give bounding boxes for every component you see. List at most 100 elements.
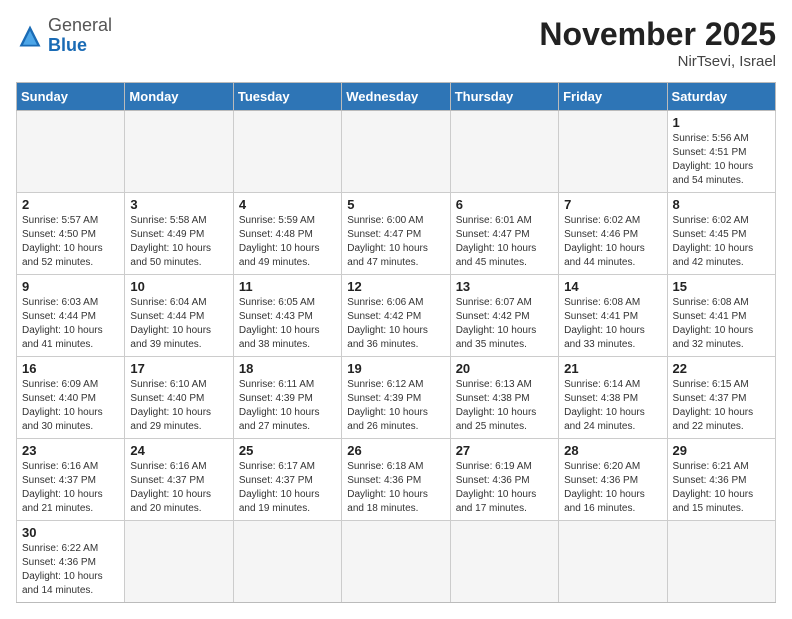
calendar-col-header: Tuesday — [233, 83, 341, 111]
day-number: 9 — [22, 279, 119, 294]
day-info: Sunrise: 6:08 AM Sunset: 4:41 PM Dayligh… — [564, 296, 661, 352]
day-info: Sunrise: 6:17 AM Sunset: 4:37 PM Dayligh… — [239, 460, 336, 516]
day-number: 23 — [22, 443, 119, 458]
day-info: Sunrise: 6:10 AM Sunset: 4:40 PM Dayligh… — [130, 378, 227, 434]
location-subtitle: NirTsevi, Israel — [539, 53, 776, 70]
day-number: 20 — [456, 361, 553, 376]
calendar-day-cell: 25 Sunrise: 6:17 AM Sunset: 4:37 PM Dayli… — [233, 439, 341, 521]
calendar-day-cell — [17, 111, 125, 193]
calendar-day-cell: 1 Sunrise: 5:56 AM Sunset: 4:51 PM Daylig… — [667, 111, 775, 193]
calendar-day-cell: 11 Sunrise: 6:05 AM Sunset: 4:43 PM Dayli… — [233, 275, 341, 357]
logo-general-text: General — [48, 15, 112, 35]
day-number: 15 — [673, 279, 770, 294]
day-info: Sunrise: 6:20 AM Sunset: 4:36 PM Dayligh… — [564, 460, 661, 516]
calendar-day-cell: 2 Sunrise: 5:57 AM Sunset: 4:50 PM Daylig… — [17, 193, 125, 275]
calendar-col-header: Wednesday — [342, 83, 450, 111]
day-info: Sunrise: 6:16 AM Sunset: 4:37 PM Dayligh… — [130, 460, 227, 516]
calendar-day-cell: 18 Sunrise: 6:11 AM Sunset: 4:39 PM Dayli… — [233, 357, 341, 439]
calendar-day-cell: 14Sunrise: 6:08 AM Sunset: 4:41 PM Dayli… — [559, 275, 667, 357]
day-number: 13 — [456, 279, 553, 294]
day-info: Sunrise: 6:05 AM Sunset: 4:43 PM Dayligh… — [239, 296, 336, 352]
day-number: 5 — [347, 197, 444, 212]
calendar-day-cell: 15 Sunrise: 6:08 AM Sunset: 4:41 PM Dayli… — [667, 275, 775, 357]
day-number: 1 — [673, 115, 770, 130]
day-number: 11 — [239, 279, 336, 294]
calendar-day-cell: 3 Sunrise: 5:58 AM Sunset: 4:49 PM Daylig… — [125, 193, 233, 275]
day-info: Sunrise: 5:57 AM Sunset: 4:50 PM Dayligh… — [22, 214, 119, 270]
calendar-day-cell: 5Sunrise: 6:00 AM Sunset: 4:47 PM Daylig… — [342, 193, 450, 275]
day-info: Sunrise: 6:13 AM Sunset: 4:38 PM Dayligh… — [456, 378, 553, 434]
calendar-day-cell — [450, 521, 558, 603]
logo-icon — [16, 22, 44, 50]
calendar-day-cell: 19Sunrise: 6:12 AM Sunset: 4:39 PM Dayli… — [342, 357, 450, 439]
calendar-week-row: 30 Sunrise: 6:22 AM Sunset: 4:36 PM Dayli… — [17, 521, 776, 603]
calendar-col-header: Monday — [125, 83, 233, 111]
calendar-day-cell: 21 Sunrise: 6:14 AM Sunset: 4:38 PM Dayli… — [559, 357, 667, 439]
calendar-day-cell — [342, 111, 450, 193]
calendar-day-cell: 4Sunrise: 5:59 AM Sunset: 4:48 PM Daylig… — [233, 193, 341, 275]
calendar-col-header: Friday — [559, 83, 667, 111]
day-info: Sunrise: 6:12 AM Sunset: 4:39 PM Dayligh… — [347, 378, 444, 434]
day-info: Sunrise: 6:21 AM Sunset: 4:36 PM Dayligh… — [673, 460, 770, 516]
day-info: Sunrise: 6:02 AM Sunset: 4:46 PM Dayligh… — [564, 214, 661, 270]
day-info: Sunrise: 6:14 AM Sunset: 4:38 PM Dayligh… — [564, 378, 661, 434]
calendar-day-cell: 28 Sunrise: 6:20 AM Sunset: 4:36 PM Dayli… — [559, 439, 667, 521]
day-number: 21 — [564, 361, 661, 376]
calendar-col-header: Thursday — [450, 83, 558, 111]
logo: General Blue — [16, 16, 112, 56]
day-number: 16 — [22, 361, 119, 376]
day-info: Sunrise: 5:59 AM Sunset: 4:48 PM Dayligh… — [239, 214, 336, 270]
day-number: 30 — [22, 525, 119, 540]
calendar-day-cell: 30 Sunrise: 6:22 AM Sunset: 4:36 PM Dayli… — [17, 521, 125, 603]
month-title: November 2025 — [539, 16, 776, 53]
day-number: 10 — [130, 279, 227, 294]
day-number: 26 — [347, 443, 444, 458]
calendar-header-row: SundayMondayTuesdayWednesdayThursdayFrid… — [17, 83, 776, 111]
calendar-day-cell — [559, 111, 667, 193]
day-info: Sunrise: 6:08 AM Sunset: 4:41 PM Dayligh… — [673, 296, 770, 352]
calendar-day-cell: 22 Sunrise: 6:15 AM Sunset: 4:37 PM Dayli… — [667, 357, 775, 439]
day-info: Sunrise: 6:02 AM Sunset: 4:45 PM Dayligh… — [673, 214, 770, 270]
calendar-day-cell: 20 Sunrise: 6:13 AM Sunset: 4:38 PM Dayli… — [450, 357, 558, 439]
calendar-col-header: Sunday — [17, 83, 125, 111]
day-info: Sunrise: 6:15 AM Sunset: 4:37 PM Dayligh… — [673, 378, 770, 434]
day-number: 17 — [130, 361, 227, 376]
day-number: 3 — [130, 197, 227, 212]
calendar-day-cell — [559, 521, 667, 603]
calendar-day-cell — [667, 521, 775, 603]
day-info: Sunrise: 6:18 AM Sunset: 4:36 PM Dayligh… — [347, 460, 444, 516]
day-number: 6 — [456, 197, 553, 212]
title-block: November 2025 NirTsevi, Israel — [539, 16, 776, 70]
day-info: Sunrise: 6:19 AM Sunset: 4:36 PM Dayligh… — [456, 460, 553, 516]
day-info: Sunrise: 6:01 AM Sunset: 4:47 PM Dayligh… — [456, 214, 553, 270]
page-header: General Blue November 2025 NirTsevi, Isr… — [16, 16, 776, 70]
day-number: 27 — [456, 443, 553, 458]
day-number: 28 — [564, 443, 661, 458]
calendar-table: SundayMondayTuesdayWednesdayThursdayFrid… — [16, 82, 776, 603]
day-info: Sunrise: 5:56 AM Sunset: 4:51 PM Dayligh… — [673, 132, 770, 188]
calendar-day-cell: 26 Sunrise: 6:18 AM Sunset: 4:36 PM Dayli… — [342, 439, 450, 521]
day-info: Sunrise: 5:58 AM Sunset: 4:49 PM Dayligh… — [130, 214, 227, 270]
calendar-day-cell: 13Sunrise: 6:07 AM Sunset: 4:42 PM Dayli… — [450, 275, 558, 357]
day-info: Sunrise: 6:11 AM Sunset: 4:39 PM Dayligh… — [239, 378, 336, 434]
calendar-day-cell: 16 Sunrise: 6:09 AM Sunset: 4:40 PM Dayli… — [17, 357, 125, 439]
day-info: Sunrise: 6:06 AM Sunset: 4:42 PM Dayligh… — [347, 296, 444, 352]
day-number: 22 — [673, 361, 770, 376]
day-info: Sunrise: 6:03 AM Sunset: 4:44 PM Dayligh… — [22, 296, 119, 352]
calendar-day-cell: 6 Sunrise: 6:01 AM Sunset: 4:47 PM Daylig… — [450, 193, 558, 275]
calendar-day-cell: 27 Sunrise: 6:19 AM Sunset: 4:36 PM Dayli… — [450, 439, 558, 521]
calendar-day-cell: 10Sunrise: 6:04 AM Sunset: 4:44 PM Dayli… — [125, 275, 233, 357]
day-number: 29 — [673, 443, 770, 458]
day-number: 25 — [239, 443, 336, 458]
logo-blue-text: Blue — [48, 35, 87, 55]
day-number: 12 — [347, 279, 444, 294]
day-number: 2 — [22, 197, 119, 212]
calendar-day-cell: 8Sunrise: 6:02 AM Sunset: 4:45 PM Daylig… — [667, 193, 775, 275]
day-number: 7 — [564, 197, 661, 212]
day-info: Sunrise: 6:22 AM Sunset: 4:36 PM Dayligh… — [22, 542, 119, 598]
calendar-day-cell: 9 Sunrise: 6:03 AM Sunset: 4:44 PM Daylig… — [17, 275, 125, 357]
day-number: 18 — [239, 361, 336, 376]
calendar-week-row: 1 Sunrise: 5:56 AM Sunset: 4:51 PM Daylig… — [17, 111, 776, 193]
day-info: Sunrise: 6:09 AM Sunset: 4:40 PM Dayligh… — [22, 378, 119, 434]
calendar-day-cell: 29 Sunrise: 6:21 AM Sunset: 4:36 PM Dayli… — [667, 439, 775, 521]
